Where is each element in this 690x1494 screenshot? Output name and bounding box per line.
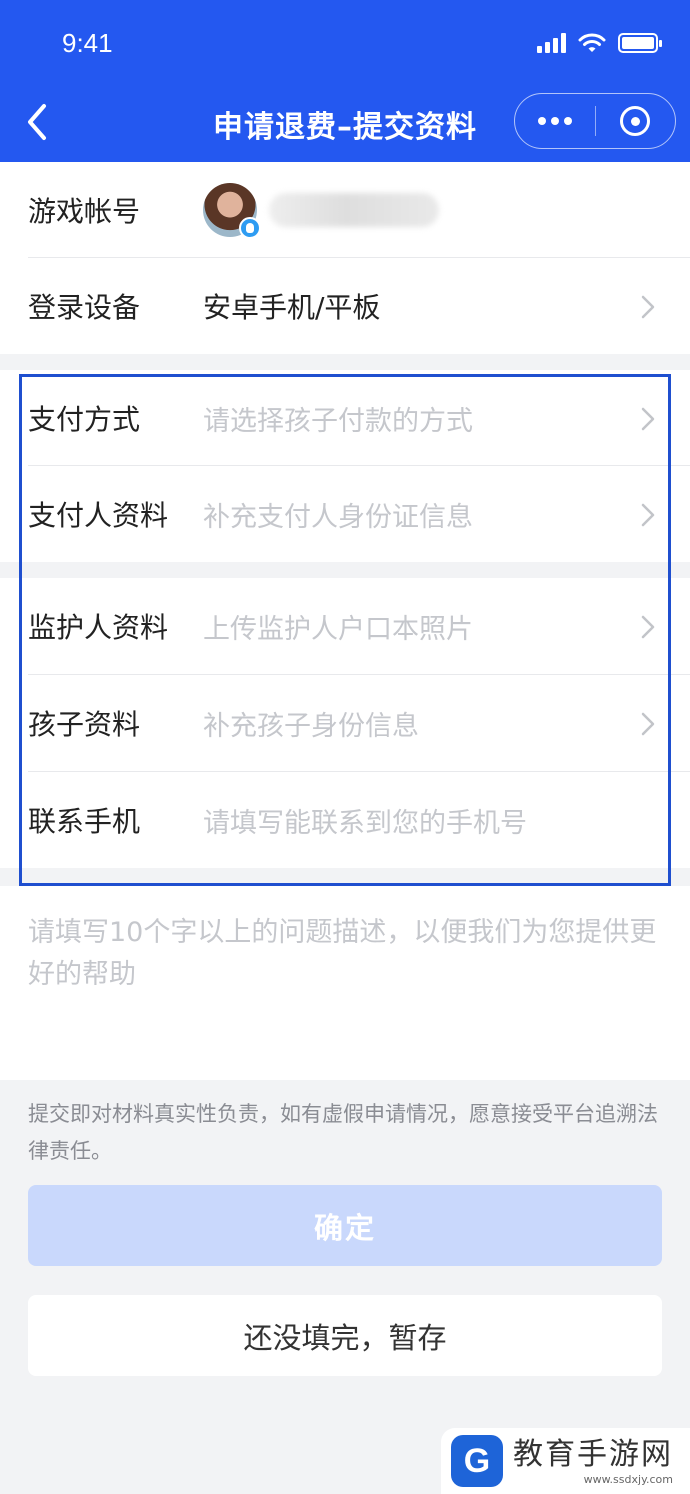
child-info-row[interactable]: 孩子资料 补充孩子身份信息 (28, 675, 690, 771)
payment-method-row[interactable]: 支付方式 请选择孩子付款的方式 (28, 370, 690, 466)
status-icons (537, 32, 662, 54)
payer-info-row[interactable]: 支付人资料 补充支付人身份证信息 (28, 466, 690, 562)
description-placeholder: 请填写10个字以上的问题描述，以便我们为您提供更好的帮助 (28, 917, 657, 990)
close-miniprogram-button[interactable] (596, 94, 676, 148)
disclaimer-notice: 提交即对材料真实性负责，如有虚假申请情况，愿意接受平台追溯法律责任。 (28, 1102, 658, 1163)
chevron-right-icon (641, 503, 655, 527)
login-device-label: 登录设备 (28, 291, 141, 324)
login-device-row[interactable]: 登录设备 安卓手机/平板 (28, 258, 690, 354)
target-icon (620, 106, 651, 136)
game-account-row: 游戏帐号 (28, 162, 690, 258)
form-row-placeholder: 补充孩子身份信息 (203, 710, 419, 742)
watermark-title: 教育手游网 (513, 1436, 673, 1472)
form-row-label: 联系手机 (28, 805, 141, 838)
contact-phone-input[interactable]: 请填写能联系到您的手机号 (203, 801, 527, 840)
form-row-placeholder: 上传监护人户口本照片 (203, 613, 473, 645)
chevron-right-icon (641, 712, 655, 736)
problem-description-input[interactable]: 请填写10个字以上的问题描述，以便我们为您提供更好的帮助 (0, 886, 690, 1080)
wifi-icon (578, 33, 606, 52)
mini-program-capsule (514, 93, 676, 149)
guardian-section: 监护人资料 上传监护人户口本照片 孩子资料 补充孩子身份信息 联系手机 请填写能… (0, 578, 690, 868)
save-draft-button[interactable]: 还没填完，暂存 (28, 1295, 662, 1376)
login-device-value: 安卓手机/平板 (203, 291, 381, 324)
status-time: 9:41 (62, 28, 113, 58)
guardian-info-row[interactable]: 监护人资料 上传监护人户口本照片 (28, 578, 690, 674)
chevron-right-icon (641, 615, 655, 639)
chevron-right-icon (641, 407, 655, 431)
form-row-placeholder: 请选择孩子付款的方式 (203, 405, 473, 437)
nav-bar: 9:41 申请退费–提交资料 (0, 0, 690, 162)
payment-section: 支付方式 请选择孩子付款的方式 支付人资料 补充支付人身份证信息 (0, 370, 690, 562)
form-row-label: 监护人资料 (28, 611, 169, 644)
account-section: 游戏帐号 登录设备 安卓手机/平板 (0, 162, 690, 354)
blurred-account-name (269, 193, 439, 227)
form-row-label: 支付方式 (28, 403, 141, 436)
watermark-url: www.ssdxjy.com (583, 1472, 673, 1486)
form-row-label: 支付人资料 (28, 499, 169, 532)
site-watermark: G 教育手游网 www.ssdxjy.com (441, 1428, 690, 1494)
watermark-logo-icon: G (451, 1435, 503, 1487)
avatar (203, 183, 261, 239)
form-row-placeholder: 补充支付人身份证信息 (203, 501, 473, 533)
form-row-label: 孩子资料 (28, 708, 141, 741)
contact-phone-row: 联系手机 请填写能联系到您的手机号 (28, 772, 690, 868)
battery-icon (618, 33, 662, 53)
signal-icon (537, 33, 566, 53)
confirm-button[interactable]: 确定 (28, 1185, 662, 1266)
chevron-right-icon (641, 295, 655, 319)
game-account-label: 游戏帐号 (28, 195, 141, 228)
qq-badge-icon (239, 217, 261, 239)
more-options-button[interactable] (515, 94, 595, 148)
